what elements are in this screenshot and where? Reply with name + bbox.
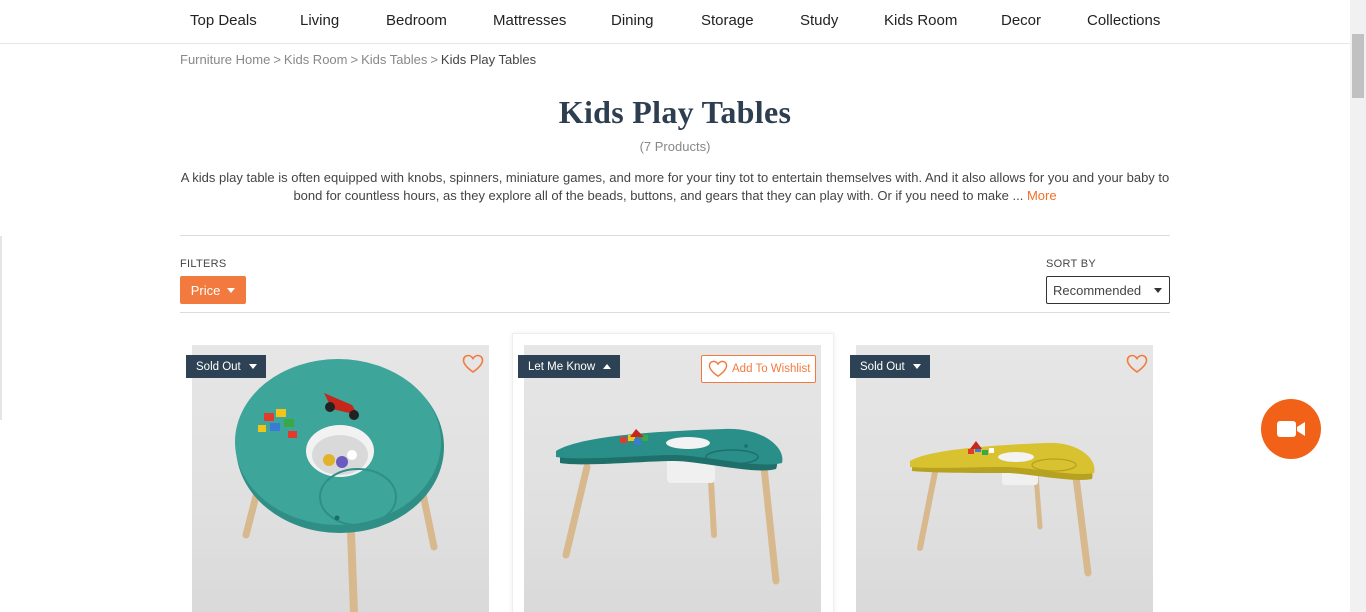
add-to-wishlist-button[interactable]: Add To Wishlist bbox=[701, 355, 816, 383]
stock-status-badge[interactable]: Let Me Know bbox=[518, 355, 621, 378]
nav-item-living[interactable]: Living bbox=[300, 12, 339, 29]
nav-item-collections[interactable]: Collections bbox=[1087, 12, 1160, 29]
breadcrumb-separator: > bbox=[430, 52, 438, 67]
stock-status-badge[interactable]: Sold Out bbox=[850, 355, 930, 378]
nav-item-study[interactable]: Study bbox=[800, 12, 838, 29]
breadcrumb-current: Kids Play Tables bbox=[440, 52, 537, 67]
nav-item-kids-room[interactable]: Kids Room bbox=[884, 12, 957, 29]
price-filter-button[interactable]: Price bbox=[180, 276, 246, 304]
breadcrumb-kids-room[interactable]: Kids Room bbox=[284, 52, 348, 67]
boomerang-play-table-illustration bbox=[556, 428, 783, 585]
product-count: (7 Products) bbox=[639, 139, 711, 154]
chevron-up-icon bbox=[603, 364, 612, 369]
round-play-table-illustration bbox=[235, 359, 444, 612]
breadcrumb-separator: > bbox=[350, 52, 359, 67]
nav-item-storage[interactable]: Storage bbox=[701, 12, 754, 29]
divider bbox=[180, 235, 1170, 236]
nav-item-dining[interactable]: Dining bbox=[611, 12, 654, 29]
sort-select[interactable]: Recommended bbox=[1046, 276, 1170, 304]
badge-label: Let Me Know bbox=[528, 360, 596, 373]
stock-status-badge[interactable]: Sold Out bbox=[186, 355, 266, 378]
category-description: A kids play table is often equipped with… bbox=[180, 169, 1170, 205]
page-scrollbar[interactable] bbox=[1350, 0, 1366, 612]
side-tab-edge bbox=[0, 236, 2, 420]
badge-label: Sold Out bbox=[860, 360, 905, 373]
chevron-down-icon bbox=[227, 287, 236, 293]
breadcrumb-kids-tables[interactable]: Kids Tables bbox=[361, 52, 427, 67]
nav-item-mattresses[interactable]: Mattresses bbox=[493, 12, 566, 29]
heart-outline-icon[interactable] bbox=[1126, 354, 1148, 374]
breadcrumb: Furniture Home > Kids Room > Kids Tables > Kid… bbox=[180, 52, 536, 67]
sort-selected-value: Recommended bbox=[1053, 282, 1142, 298]
product-image[interactable] bbox=[524, 345, 821, 612]
nav-item-top-deals[interactable]: Top Deals bbox=[190, 12, 257, 29]
filters-label: FILTERS bbox=[180, 258, 227, 270]
chevron-down-icon bbox=[248, 364, 257, 369]
nav-item-bedroom[interactable]: Bedroom bbox=[386, 12, 447, 29]
divider bbox=[180, 312, 1170, 313]
badge-label: Sold Out bbox=[196, 360, 241, 373]
scrollbar-thumb[interactable] bbox=[1352, 34, 1364, 98]
description-text: A kids play table is often equipped with… bbox=[180, 170, 1170, 203]
nav-item-decor[interactable]: Decor bbox=[1001, 12, 1041, 29]
page-title: Kids Play Tables bbox=[558, 94, 792, 130]
heart-outline-icon[interactable] bbox=[462, 354, 484, 374]
product-image[interactable] bbox=[856, 345, 1153, 612]
video-camera-icon bbox=[1277, 421, 1305, 437]
product-image[interactable] bbox=[192, 345, 489, 612]
top-navigation: Top Deals Living Bedroom Mattresses Dini… bbox=[0, 0, 1350, 44]
more-link[interactable]: More bbox=[1027, 188, 1057, 203]
video-call-button[interactable] bbox=[1261, 399, 1321, 459]
breadcrumb-separator: > bbox=[273, 52, 281, 67]
wishlist-label: Add To Wishlist bbox=[732, 363, 811, 375]
chevron-down-icon bbox=[1154, 288, 1162, 293]
price-filter-label: Price bbox=[190, 282, 221, 298]
chevron-down-icon bbox=[912, 364, 921, 369]
breadcrumb-furniture-home[interactable]: Furniture Home bbox=[180, 52, 270, 67]
heart-outline-icon bbox=[708, 360, 728, 378]
yellow-play-table-illustration bbox=[910, 441, 1095, 577]
sort-by-label: SORT BY bbox=[1046, 258, 1096, 270]
